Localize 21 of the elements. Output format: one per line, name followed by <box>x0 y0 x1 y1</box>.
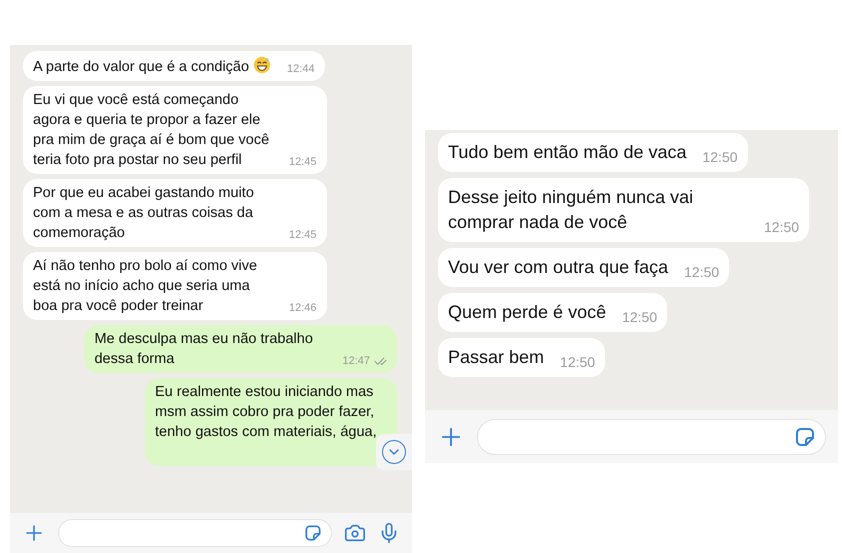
message-time: 12:45 <box>289 228 317 243</box>
message-text: Desse jeito ninguém nunca vai comprar nada de você <box>448 187 694 232</box>
message-time: 12:47 <box>342 354 370 369</box>
message-text: Aí não tenho pro bolo aí como vive está no início acho que seria uma boa pra você poder treinar <box>33 258 258 314</box>
message-text: Tudo bem então mão de vaca <box>448 142 686 162</box>
message-text: Vou ver com outra que faça <box>448 257 668 277</box>
message-text: Quem perde é você <box>448 302 606 322</box>
message-time: 12:46 <box>289 301 317 316</box>
message-time: 12:50 <box>622 309 658 325</box>
message-text: Eu vi que você está começando agora e queria te propor a fazer ele pra mim de graça aí é bom que você teria foto pra postar no seu perfil <box>33 92 270 168</box>
message-time: 12:50 <box>764 219 800 235</box>
message-text: A parte do valor que é a condição <box>33 59 250 75</box>
message-text: Por que eu acabei gastando muito com a mesa e as outras coisas da comemoração <box>33 185 254 241</box>
message-text: Passar bem <box>448 347 544 367</box>
message-time: 12:45 <box>289 155 317 170</box>
message-time: 12:50 <box>702 149 738 165</box>
message-time: 12:44 <box>287 62 315 77</box>
message-time: 12:50 <box>560 354 596 370</box>
message-text: Me desculpa mas eu não trabalho dessa forma <box>94 331 313 367</box>
message-text: Eu realmente estou iniciando mas msm assim cobro pra poder fazer, tenho gastos com materiais, água, <box>155 384 377 440</box>
message-time: 12:50 <box>684 264 720 280</box>
